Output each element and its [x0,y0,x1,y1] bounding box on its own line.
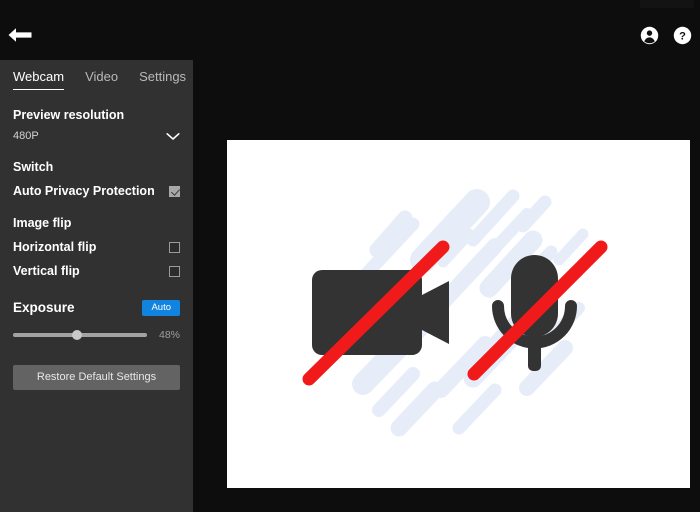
arrow-left-icon [8,28,32,42]
preview-area [193,60,700,512]
top-bar-actions: ? [640,26,692,45]
preview-resolution-select[interactable]: 480P [13,130,180,142]
tab-webcam[interactable]: Webcam [13,69,65,90]
exposure-header: Exposure Auto [13,300,180,316]
app-window: ? Webcam Video Settings Preview resoluti… [0,0,700,512]
tab-settings[interactable]: Settings [139,69,186,89]
settings-sidebar: Webcam Video Settings Preview resolution… [0,60,193,512]
privacy-blocked-illustration [302,189,608,437]
top-bar: ? [0,0,700,60]
sidebar-tabs: Webcam Video Settings [13,60,186,90]
camera-preview-card[interactable] [227,140,690,488]
option-horizontal-flip[interactable]: Horizontal flip [13,240,180,254]
exposure-slider-row: 48% [13,329,180,341]
option-auto-privacy-protection[interactable]: Auto Privacy Protection [13,184,180,198]
auto-privacy-protection-checkbox[interactable] [169,185,180,197]
exposure-heading: Exposure [13,300,75,316]
image-flip-heading: Image flip [13,216,72,230]
option-label: Vertical flip [13,264,80,278]
account-circle-icon[interactable] [640,26,659,45]
vertical-flip-checkbox[interactable] [169,265,180,277]
exposure-value-label: 48% [158,328,180,341]
window-controls-area[interactable] [640,0,694,8]
horizontal-flip-checkbox[interactable] [169,241,180,253]
restore-default-settings-button[interactable]: Restore Default Settings [13,364,180,390]
back-button[interactable] [6,24,34,46]
tab-video[interactable]: Video [85,69,118,89]
option-vertical-flip[interactable]: Vertical flip [13,264,180,278]
switch-heading: Switch [13,160,54,174]
exposure-slider-thumb[interactable] [72,329,83,340]
svg-text:?: ? [679,31,686,43]
help-circle-icon[interactable]: ? [673,26,692,45]
option-label: Horizontal flip [13,240,97,254]
exposure-auto-button[interactable]: Auto [142,300,180,316]
chevron-down-icon [166,132,180,140]
option-label: Auto Privacy Protection [13,184,155,198]
preview-resolution-heading: Preview resolution [13,108,125,122]
preview-resolution-value: 480P [13,130,39,142]
exposure-slider[interactable] [13,329,147,340]
